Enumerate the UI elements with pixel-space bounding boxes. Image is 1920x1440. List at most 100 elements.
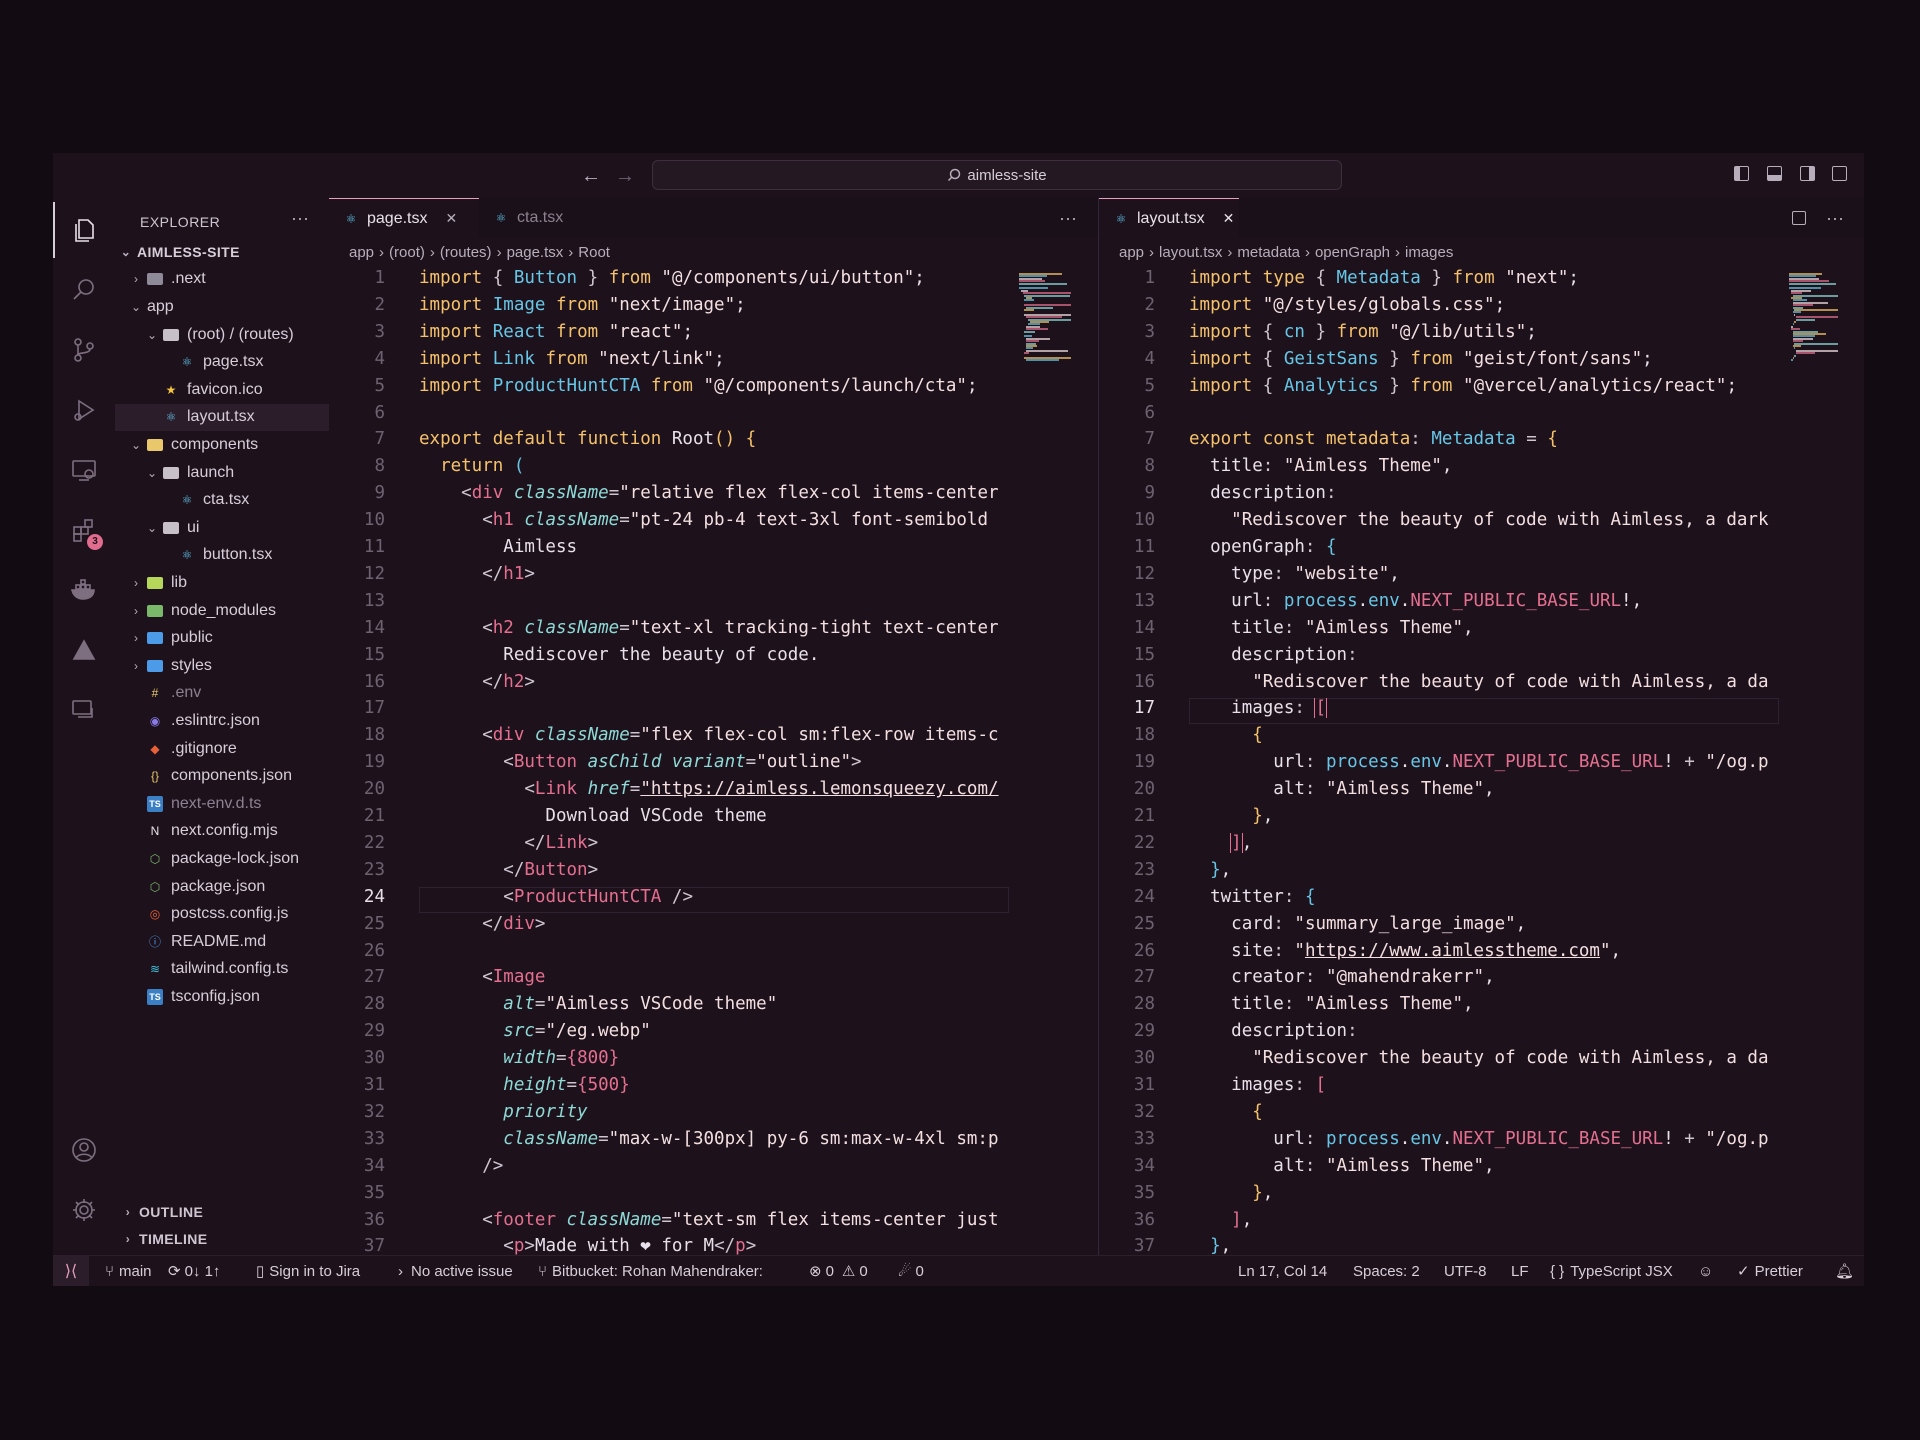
toggle-secondary-sidebar-icon[interactable] <box>1800 166 1815 181</box>
tree-item[interactable]: ⌄ ui <box>115 514 329 542</box>
tree-item[interactable]: ◉ .eslintrc.json <box>115 707 329 735</box>
breadcrumb-item[interactable]: metadata <box>1237 244 1300 261</box>
breadcrumb-item[interactable]: (routes) <box>440 244 492 261</box>
minimap[interactable] <box>1789 273 1851 363</box>
notifications-bell-icon[interactable]: 🔔︎ <box>1835 1256 1854 1286</box>
tab-layout-tsx[interactable]: ⚛ layout.tsx ✕ <box>1099 198 1239 238</box>
tree-item[interactable]: Nnext.config.mjs <box>115 818 329 846</box>
workspace-root[interactable]: ⌄ AIMLESS-SITE <box>115 238 329 266</box>
outline-section[interactable]: › OUTLINE <box>115 1198 329 1225</box>
bitbucket-status[interactable]: ⑂ Bitbucket: Rohan Mahendraker: <box>538 1256 763 1286</box>
tree-item[interactable]: ⬡ package-lock.json <box>115 845 329 873</box>
line-number: 14 <box>1133 617 1155 638</box>
tab-cta-tsx[interactable]: ⚛ cta.tsx <box>479 198 599 238</box>
tree-item[interactable]: ⚛ layout.tsx <box>115 403 329 432</box>
tree-item[interactable]: {} components.json <box>115 762 329 790</box>
tree-item[interactable]: › styles <box>115 652 329 680</box>
deploy-triangle-icon[interactable] <box>53 622 115 678</box>
tree-item[interactable]: › lib <box>115 569 329 597</box>
hash-icon: # <box>151 686 159 701</box>
line-number: 12 <box>1133 563 1155 584</box>
end-of-line[interactable]: LF <box>1511 1256 1529 1286</box>
indentation[interactable]: Spaces: 2 <box>1353 1256 1420 1286</box>
line-number: 17 <box>363 698 385 719</box>
cursor-position[interactable]: Ln 17, Col 14 <box>1238 1256 1327 1286</box>
comments-icon[interactable] <box>53 682 115 738</box>
more-actions-icon[interactable]: ··· <box>1826 208 1844 229</box>
tree-item[interactable]: › public <box>115 624 329 652</box>
language-mode[interactable]: { } TypeScript JSX <box>1550 1256 1673 1286</box>
close-icon[interactable]: ✕ <box>1223 210 1235 227</box>
breadcrumb-item[interactable]: images <box>1405 244 1453 261</box>
tree-item[interactable]: # .env <box>115 680 329 708</box>
ports-indicator[interactable]: ☄ 0 <box>898 1256 924 1286</box>
tree-item[interactable]: › node_modules <box>115 597 329 625</box>
search-icon[interactable] <box>53 262 115 318</box>
tab-page-tsx[interactable]: ⚛ page.tsx ✕ <box>329 198 479 238</box>
breadcrumb-item[interactable]: app <box>1119 244 1144 261</box>
tree-item[interactable]: ◆ .gitignore <box>115 735 329 763</box>
run-debug-icon[interactable] <box>53 382 115 438</box>
code-area[interactable]: 1 import type { Metadata } from "next"; 2 i… <box>1099 268 1864 1255</box>
extensions-icon[interactable]: 3 <box>53 502 115 558</box>
breadcrumb-item[interactable]: app <box>349 244 374 261</box>
sync-indicator[interactable]: ⟳ 0↓ 1↑ <box>168 1256 220 1286</box>
copilot-icon[interactable]: ☺ <box>1698 1256 1713 1286</box>
close-icon[interactable]: ✕ <box>445 210 457 227</box>
chevron-icon: ⌄ <box>146 465 158 480</box>
breadcrumb-item[interactable]: (root) <box>389 244 425 261</box>
language-label: TypeScript JSX <box>1570 1262 1673 1280</box>
settings-gear-icon[interactable] <box>53 1182 115 1238</box>
breadcrumb-item[interactable]: Root <box>578 244 610 261</box>
more-actions-icon[interactable]: ··· <box>291 208 309 229</box>
tree-item[interactable]: ⚛ cta.tsx <box>115 486 329 514</box>
tree-item[interactable]: ⌄ app <box>115 293 329 321</box>
customize-layout-icon[interactable] <box>1832 166 1847 181</box>
account-icon[interactable] <box>53 1122 115 1178</box>
tree-item[interactable]: ⚛ page.tsx <box>115 348 329 376</box>
docker-icon[interactable] <box>53 562 115 618</box>
tree-item[interactable]: ⌄ launch <box>115 459 329 487</box>
split-editor-icon[interactable] <box>1792 211 1806 225</box>
timeline-section[interactable]: › TIMELINE <box>115 1225 329 1252</box>
prettier-status[interactable]: ✓ Prettier <box>1737 1256 1803 1286</box>
code-line: card: "summary_large_image", <box>1231 913 1527 934</box>
more-actions-icon[interactable]: ··· <box>1059 208 1077 229</box>
problems-indicator[interactable]: ⊗ 0 ⚠ 0 <box>809 1256 868 1286</box>
active-issue[interactable]: › No active issue <box>398 1256 513 1286</box>
forward-arrow-icon[interactable]: → <box>615 165 635 188</box>
remote-explorer-icon[interactable] <box>53 442 115 498</box>
tree-item[interactable]: ◎ postcss.config.js <box>115 900 329 928</box>
tree-item[interactable]: TS next-env.d.ts <box>115 790 329 818</box>
tree-item[interactable]: ⬡ package.json <box>115 873 329 901</box>
breadcrumb-item[interactable]: page.tsx <box>507 244 564 261</box>
tree-item[interactable]: ⓘ README.md <box>115 928 329 956</box>
chevron-icon: ⌄ <box>146 327 158 342</box>
tab-label: page.tsx <box>367 209 428 227</box>
explorer-icon[interactable] <box>53 202 115 258</box>
branch-indicator[interactable]: ⑂ main <box>105 1256 152 1286</box>
tree-item[interactable]: ⌄ components <box>115 431 329 459</box>
tree-item[interactable]: TS tsconfig.json <box>115 983 329 1011</box>
encoding[interactable]: UTF-8 <box>1444 1256 1487 1286</box>
tree-item[interactable]: ★ favicon.ico <box>115 376 329 404</box>
back-arrow-icon[interactable]: ← <box>581 165 601 188</box>
breadcrumb-item[interactable]: openGraph <box>1315 244 1390 261</box>
jira-sign-in[interactable]: ▯ Sign in to Jira <box>256 1256 360 1286</box>
code-area[interactable]: 1 import { Button } from "@/components/ui… <box>329 268 1098 1255</box>
tree-item[interactable]: ⌄ (root) / (routes) <box>115 321 329 349</box>
ts-icon: TS <box>147 795 163 812</box>
line-number: 4 <box>374 348 385 369</box>
command-center-search[interactable]: aimless-site <box>652 160 1342 190</box>
chevron-right-icon: › <box>398 1262 403 1280</box>
tree-item[interactable]: ≋ tailwind.config.ts <box>115 956 329 984</box>
remote-indicator-icon[interactable]: ⟩⟨ <box>53 1256 89 1286</box>
breadcrumb-item[interactable]: layout.tsx <box>1159 244 1222 261</box>
toggle-primary-sidebar-icon[interactable] <box>1734 166 1749 181</box>
toggle-panel-icon[interactable] <box>1767 166 1782 181</box>
source-control-icon[interactable] <box>53 322 115 378</box>
tree-item[interactable]: › .next <box>115 266 329 294</box>
breadcrumb-separator-icon: › <box>379 243 385 261</box>
minimap[interactable] <box>1019 273 1081 363</box>
tree-item[interactable]: ⚛ button.tsx <box>115 542 329 570</box>
